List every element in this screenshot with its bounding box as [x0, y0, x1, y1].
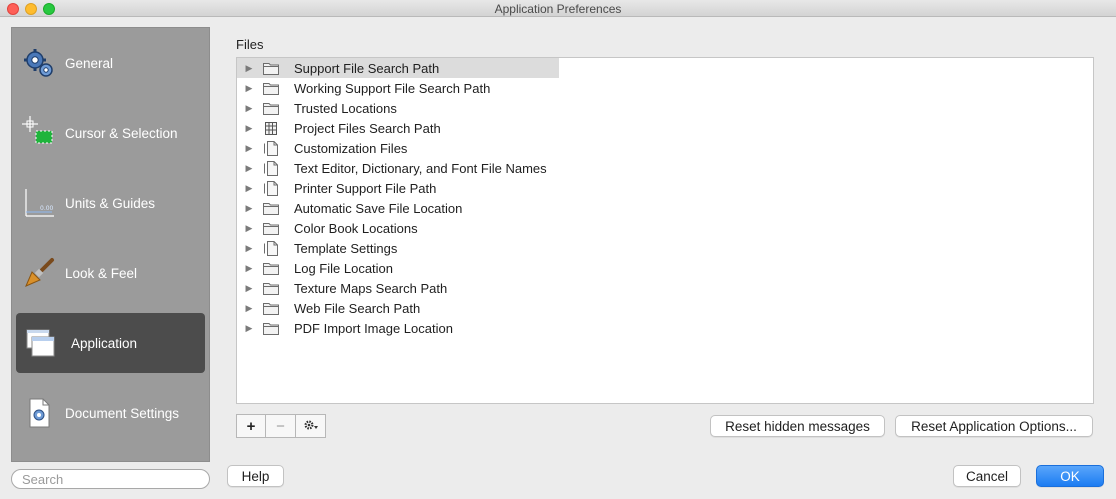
gears-icon	[22, 46, 56, 80]
disclosure-triangle-icon[interactable]: ▶	[244, 123, 254, 134]
disclosure-triangle-icon[interactable]: ▶	[244, 223, 254, 234]
tree-row-automatic-save-file-location[interactable]: ▶ Automatic Save File Location	[237, 198, 559, 218]
tree-row-log-file-location[interactable]: ▶ Log File Location	[237, 258, 559, 278]
files-tree: ▶ Support File Search Path ▶ Working Sup…	[236, 57, 1094, 404]
files-section-label: Files	[236, 37, 264, 52]
disclosure-triangle-icon[interactable]: ▶	[244, 63, 254, 74]
disclosure-triangle-icon[interactable]: ▶	[244, 103, 254, 114]
disclosure-triangle-icon[interactable]: ▶	[244, 143, 254, 154]
window-title: Application Preferences	[494, 2, 622, 16]
svg-text:0.00: 0.00	[40, 205, 54, 212]
remove-button[interactable]: −	[265, 414, 296, 438]
tree-row-customization-files[interactable]: ▶ Customization Files	[237, 138, 559, 158]
sidebar-item-label: Document Settings	[65, 405, 180, 421]
sidebar-item-general[interactable]: General	[16, 33, 205, 93]
folder-icon	[263, 261, 279, 275]
disclosure-triangle-icon[interactable]: ▶	[244, 183, 254, 194]
sidebar-item-units-guides[interactable]: 0.00 Units & Guides	[16, 173, 205, 233]
document-icon	[263, 180, 279, 196]
help-button[interactable]: Help	[227, 465, 284, 487]
folder-icon	[263, 221, 279, 235]
disclosure-triangle-icon[interactable]: ▶	[244, 283, 254, 294]
tree-row-working-support-file-search-path[interactable]: ▶ Working Support File Search Path	[237, 78, 559, 98]
tree-row-texture-maps-search-path[interactable]: ▶ Texture Maps Search Path	[237, 278, 559, 298]
preferences-sidebar: General Cursor & Selection 0.00 Units & …	[11, 27, 210, 462]
sidebar-item-label: General	[65, 55, 114, 71]
folder-icon	[263, 281, 279, 295]
reset-application-options-button[interactable]: Reset Application Options...	[895, 415, 1093, 437]
tree-row-template-settings[interactable]: ▶ Template Settings	[237, 238, 559, 258]
application-windows-icon	[24, 326, 58, 360]
gear-menu-button[interactable]	[295, 414, 326, 438]
cancel-button[interactable]: Cancel	[953, 465, 1021, 487]
sidebar-item-label: Look & Feel	[65, 265, 138, 281]
folder-icon	[263, 201, 279, 215]
disclosure-triangle-icon[interactable]: ▶	[244, 203, 254, 214]
disclosure-triangle-icon[interactable]: ▶	[244, 83, 254, 94]
tree-row-web-file-search-path[interactable]: ▶ Web File Search Path	[237, 298, 559, 318]
sidebar-item-look-feel[interactable]: Look & Feel	[16, 243, 205, 303]
sidebar-item-document-settings[interactable]: Document Settings	[16, 383, 205, 443]
gear-icon	[303, 419, 319, 434]
disclosure-triangle-icon[interactable]: ▶	[244, 323, 254, 334]
add-button[interactable]: +	[236, 414, 266, 438]
ok-button[interactable]: OK	[1036, 465, 1104, 487]
disclosure-triangle-icon[interactable]: ▶	[244, 243, 254, 254]
document-icon	[263, 240, 279, 256]
folder-icon	[263, 301, 279, 315]
paintbrush-icon	[22, 256, 56, 290]
document-icon	[263, 160, 279, 176]
tree-row-support-file-search-path[interactable]: ▶ Support File Search Path	[237, 58, 559, 78]
sidebar-item-label: Units & Guides	[65, 195, 156, 211]
document-icon	[263, 140, 279, 156]
disclosure-triangle-icon[interactable]: ▶	[244, 163, 254, 174]
project-files-icon	[263, 121, 279, 135]
sidebar-item-label: Application	[71, 335, 138, 351]
sidebar-item-label: Cursor & Selection	[65, 125, 178, 141]
folder-icon	[263, 61, 279, 75]
folder-icon	[263, 101, 279, 115]
folder-icon	[263, 81, 279, 95]
tree-row-pdf-import-image-location[interactable]: ▶ PDF Import Image Location	[237, 318, 559, 338]
disclosure-triangle-icon[interactable]: ▶	[244, 263, 254, 274]
document-settings-icon	[22, 396, 56, 430]
folder-icon	[263, 321, 279, 335]
title-bar: Application Preferences	[0, 0, 1116, 17]
tree-row-trusted-locations[interactable]: ▶ Trusted Locations	[237, 98, 559, 118]
reset-hidden-messages-button[interactable]: Reset hidden messages	[710, 415, 885, 437]
tree-row-text-editor-dictionary-font[interactable]: ▶ Text Editor, Dictionary, and Font File…	[237, 158, 559, 178]
tree-row-color-book-locations[interactable]: ▶ Color Book Locations	[237, 218, 559, 238]
sidebar-search-input[interactable]	[11, 469, 210, 489]
units-guides-icon: 0.00	[22, 186, 56, 220]
tree-row-printer-support-file-path[interactable]: ▶ Printer Support File Path	[237, 178, 559, 198]
sidebar-item-cursor-selection[interactable]: Cursor & Selection	[16, 103, 205, 163]
crosshair-selection-icon	[22, 116, 56, 150]
disclosure-triangle-icon[interactable]: ▶	[244, 303, 254, 314]
tree-row-project-files-search-path[interactable]: ▶ Project Files Search Path	[237, 118, 559, 138]
sidebar-item-application[interactable]: Application	[16, 313, 205, 373]
